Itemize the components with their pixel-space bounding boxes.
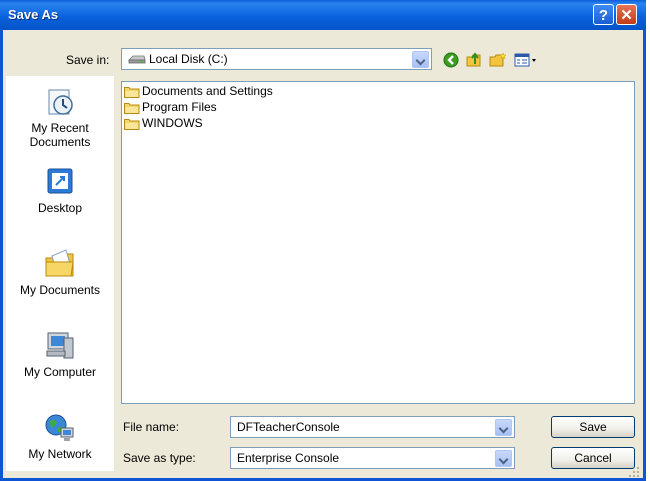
desktop-icon: [43, 166, 77, 198]
file-name-value: DFTeacherConsole: [237, 420, 340, 434]
window-border-left: [0, 30, 3, 481]
hard-disk-icon: [128, 53, 146, 68]
my-network-icon: [43, 412, 77, 444]
save-in-dropdown[interactable]: Local Disk (C:): [121, 48, 432, 70]
file-name: Documents and Settings: [142, 84, 273, 98]
close-button[interactable]: ✕: [616, 4, 637, 25]
place-desktop[interactable]: Desktop: [6, 166, 114, 215]
place-label: My Network: [28, 447, 92, 461]
folder-icon: [124, 86, 140, 98]
my-computer-icon: [43, 330, 77, 362]
my-documents-icon: [43, 248, 77, 280]
list-item-windows[interactable]: WINDOWS: [124, 116, 203, 132]
save-in-value: Local Disk (C:): [149, 52, 228, 66]
place-label: My Computer: [23, 365, 97, 379]
list-item-program-files[interactable]: Program Files: [124, 100, 217, 116]
file-name-dropdown-button[interactable]: [495, 419, 512, 436]
place-label: Desktop: [37, 201, 83, 215]
place-my-recent-documents[interactable]: My Recent Documents: [6, 86, 114, 149]
title-bar[interactable]: Save As ? ✕: [0, 0, 646, 30]
list-item-documents-and-settings[interactable]: Documents and Settings: [124, 84, 273, 100]
cancel-button[interactable]: Cancel: [551, 447, 635, 469]
save-in-label: Save in:: [66, 53, 110, 67]
dialog-title: Save As: [8, 7, 59, 22]
place-my-network[interactable]: My Network: [6, 412, 114, 461]
file-name: Program Files: [142, 100, 217, 114]
file-list[interactable]: Documents and Settings Program Files WIN…: [121, 81, 635, 404]
places-bar: My Recent Documents Desktop My Documents…: [6, 76, 114, 471]
save-button[interactable]: Save: [551, 416, 635, 438]
place-label: My Recent Documents: [29, 121, 91, 149]
resize-grip-icon[interactable]: [628, 466, 640, 478]
folder-icon: [124, 102, 140, 114]
views-menu-icon[interactable]: [514, 52, 540, 68]
save-as-dialog: Save As ? ✕ Save in: Local Disk (C:) My …: [0, 0, 646, 481]
save-as-type-value: Enterprise Console: [237, 451, 340, 465]
folder-icon: [124, 118, 140, 130]
place-my-documents[interactable]: My Documents: [6, 248, 114, 297]
help-button[interactable]: ?: [593, 4, 614, 25]
save-as-type-dropdown[interactable]: Enterprise Console: [230, 447, 515, 469]
save-as-type-dropdown-button[interactable]: [495, 450, 512, 467]
new-folder-icon[interactable]: [489, 52, 507, 68]
file-name: WINDOWS: [142, 116, 203, 130]
up-folder-icon[interactable]: [466, 52, 484, 68]
recent-documents-icon: [43, 86, 77, 118]
place-my-computer[interactable]: My Computer: [6, 330, 114, 379]
file-name-label: File name:: [123, 420, 180, 434]
save-as-type-label: Save as type:: [123, 451, 196, 465]
window-border-right: [643, 30, 646, 481]
file-name-field[interactable]: DFTeacherConsole: [230, 416, 515, 438]
place-label: My Documents: [19, 283, 101, 297]
save-in-dropdown-button[interactable]: [412, 51, 429, 68]
back-icon[interactable]: [443, 52, 461, 68]
